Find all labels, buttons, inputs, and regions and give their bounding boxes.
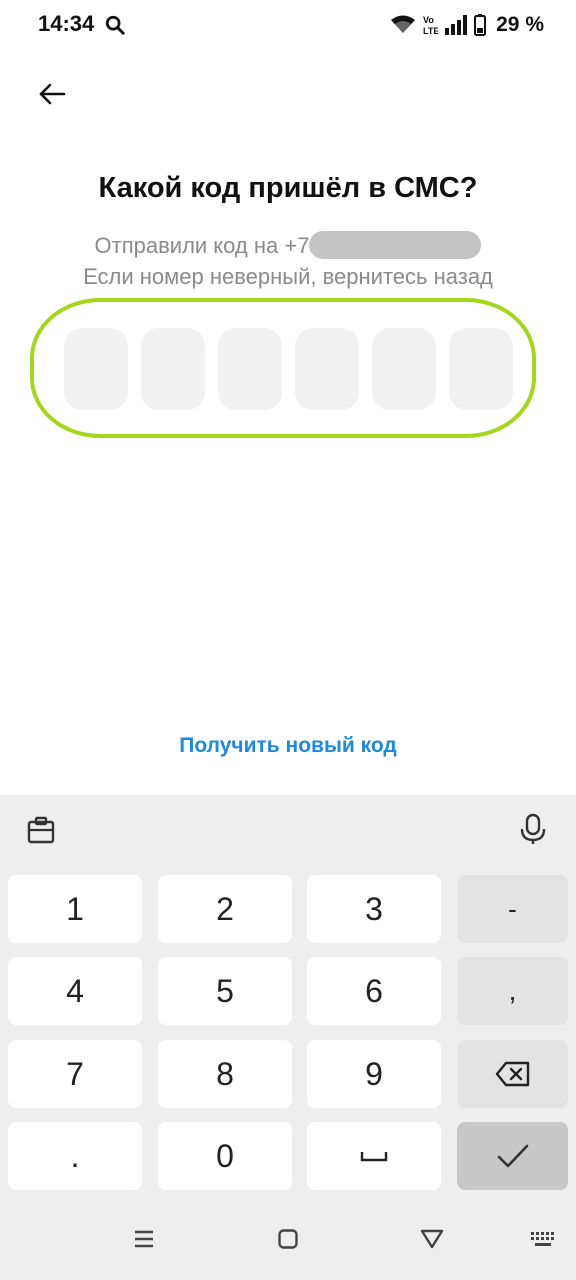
back-triangle-icon xyxy=(420,1229,444,1249)
keyboard-icon xyxy=(531,1232,554,1246)
key-1[interactable]: 1 xyxy=(8,875,142,943)
space-icon xyxy=(360,1152,388,1162)
code-cell-2[interactable] xyxy=(141,328,205,410)
key-dash[interactable]: - xyxy=(457,875,568,943)
clipboard-icon[interactable] xyxy=(26,815,56,845)
battery-percent: 29 % xyxy=(496,13,544,36)
volte-icon: Vo LTE xyxy=(423,15,438,36)
key-6[interactable]: 6 xyxy=(307,957,441,1025)
enter-key[interactable] xyxy=(457,1122,568,1190)
svg-text:LTE: LTE xyxy=(423,26,438,36)
signal-icon xyxy=(445,15,468,35)
space-key[interactable] xyxy=(307,1122,441,1190)
code-cell-3[interactable] xyxy=(218,328,282,410)
status-icons: Vo LTE 29 % xyxy=(390,10,544,40)
code-cell-1[interactable] xyxy=(64,328,128,410)
search-icon xyxy=(105,15,125,35)
battery-icon xyxy=(474,14,487,36)
key-dot[interactable]: . xyxy=(8,1122,142,1190)
resend-code-link[interactable]: Получить новый код xyxy=(0,734,576,758)
sent-to-line: Отправили код на +7 xyxy=(0,231,576,259)
back-button[interactable] xyxy=(30,72,74,116)
keyboard-switch-button[interactable] xyxy=(528,1224,558,1254)
status-time: 14:34 xyxy=(38,11,95,36)
key-3[interactable]: 3 xyxy=(307,875,441,943)
status-bar: 14:34 Vo LTE 29 % xyxy=(0,0,576,52)
page-title: Какой код пришёл в СМС? xyxy=(98,172,478,204)
key-2[interactable]: 2 xyxy=(158,875,292,943)
key-5[interactable]: 5 xyxy=(158,957,292,1025)
wifi-icon xyxy=(391,15,416,33)
svg-text:Vo: Vo xyxy=(423,15,434,25)
code-input-group[interactable] xyxy=(64,328,513,410)
home-button[interactable] xyxy=(273,1224,303,1254)
code-cell-5[interactable] xyxy=(372,328,436,410)
code-cell-6[interactable] xyxy=(449,328,513,410)
arrow-left-icon xyxy=(39,83,66,105)
phone-number-mask xyxy=(309,231,482,259)
microphone-icon[interactable] xyxy=(518,813,548,845)
backspace-icon xyxy=(495,1061,529,1087)
back-nav-button[interactable] xyxy=(417,1224,447,1254)
home-icon xyxy=(278,1229,298,1249)
backspace-key[interactable] xyxy=(457,1040,568,1108)
key-comma[interactable]: , xyxy=(457,957,568,1025)
wrong-number-hint: Если номер неверный, вернитесь назад xyxy=(83,264,493,289)
system-nav-bar xyxy=(0,1208,576,1280)
key-8[interactable]: 8 xyxy=(158,1040,292,1108)
key-4[interactable]: 4 xyxy=(8,957,142,1025)
code-cell-4[interactable] xyxy=(295,328,359,410)
key-9[interactable]: 9 xyxy=(307,1040,441,1108)
menu-icon xyxy=(135,1230,153,1248)
checkmark-icon xyxy=(497,1144,528,1168)
recents-button[interactable] xyxy=(129,1224,159,1254)
key-0[interactable]: 0 xyxy=(158,1122,292,1190)
sent-to-text: Отправили код на +7 xyxy=(94,233,310,258)
key-7[interactable]: 7 xyxy=(8,1040,142,1108)
